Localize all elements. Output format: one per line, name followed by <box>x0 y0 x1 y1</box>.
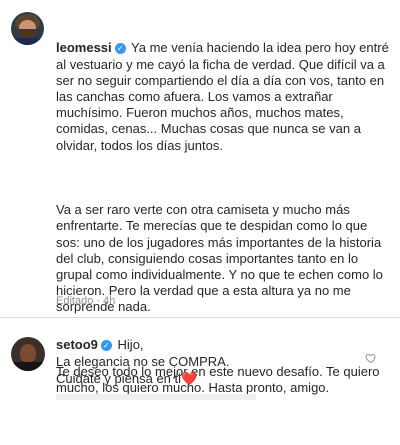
post-meta: Editado · 4h <box>56 295 115 307</box>
comment-line-2: La elegancia no se COMPRA. <box>56 354 230 369</box>
comment-line-3-wrap: Cuidate y piensa en ti❤️ <box>56 370 356 387</box>
comment-username[interactable]: setoo9 <box>56 337 98 352</box>
cut-off-row <box>56 394 256 400</box>
comment-line-1: Hijo, <box>117 337 144 352</box>
heart-outline-icon[interactable] <box>365 352 377 364</box>
comment-text: setoo9 ✓ Hijo, La elegancia no se COMPRA.… <box>56 336 356 387</box>
heart-emoji: ❤️ <box>181 371 198 386</box>
comment-line-3: Cuidate y piensa en ti <box>56 371 182 386</box>
comment-first-line: setoo9 ✓ Hijo, <box>56 336 356 353</box>
edited-label: Editado <box>56 295 94 307</box>
caption-paragraph-1: leomessi ✓ Ya me venía haciendo la idea p… <box>56 40 390 153</box>
verified-badge-icon: ✓ <box>114 43 126 55</box>
username[interactable]: leomessi <box>56 40 112 55</box>
divider <box>0 317 400 318</box>
verified-badge-icon: ✓ <box>100 340 112 351</box>
caption-paragraph-text: Ya me venía haciendo la idea pero hoy en… <box>56 40 393 153</box>
meta-separator: · <box>96 295 101 307</box>
avatar[interactable] <box>11 12 44 45</box>
avatar[interactable] <box>11 337 45 371</box>
timestamp[interactable]: 4h <box>103 295 115 307</box>
